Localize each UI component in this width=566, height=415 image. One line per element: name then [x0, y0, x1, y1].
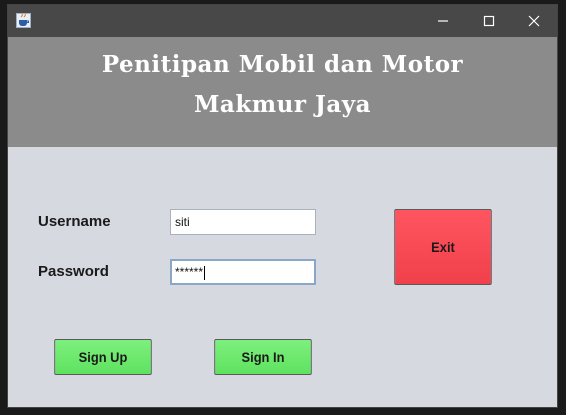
password-mask: ******	[175, 265, 204, 279]
header-subtitle: Makmur Jaya	[193, 91, 372, 118]
sign-in-button[interactable]: Sign In	[214, 339, 312, 375]
minimize-icon	[437, 12, 449, 31]
maximize-button[interactable]	[466, 5, 512, 37]
header-title: Penitipan Mobil dan Motor	[101, 51, 464, 78]
minimize-button[interactable]	[420, 5, 466, 37]
title-bar[interactable]	[8, 5, 557, 37]
login-window: Penitipan Mobil dan Motor Makmur Jaya Us…	[8, 5, 557, 407]
desktop-background: Penitipan Mobil dan Motor Makmur Jaya Us…	[0, 0, 566, 415]
password-field[interactable]: ******	[170, 259, 316, 285]
header-banner: Penitipan Mobil dan Motor Makmur Jaya	[8, 37, 557, 147]
username-field[interactable]	[170, 209, 316, 235]
text-caret	[204, 265, 206, 280]
password-label: Password	[38, 263, 109, 280]
username-label: Username	[38, 213, 111, 230]
close-icon	[528, 12, 540, 31]
maximize-icon	[483, 12, 495, 31]
exit-button[interactable]: Exit	[394, 209, 492, 285]
sign-up-button[interactable]: Sign Up	[54, 339, 152, 375]
close-button[interactable]	[511, 5, 557, 37]
java-icon	[16, 13, 31, 28]
